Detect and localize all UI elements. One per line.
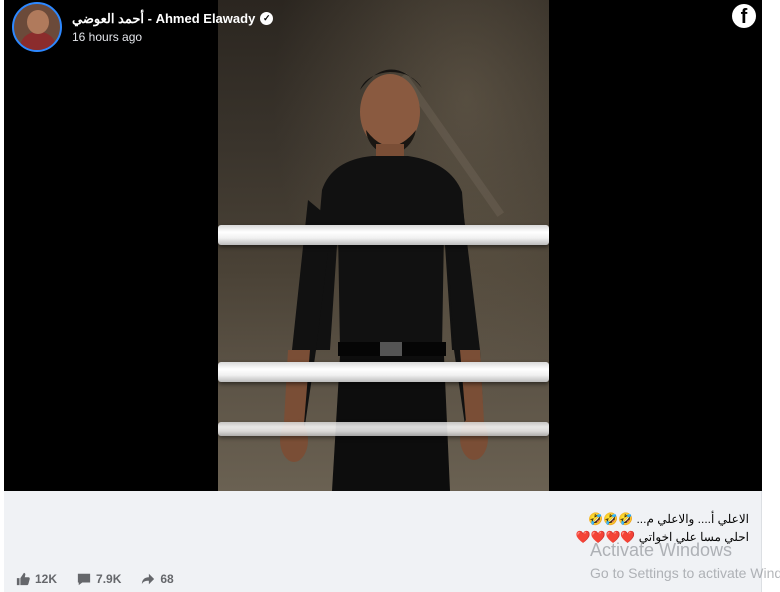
avatar-body xyxy=(20,32,56,50)
post-meta: أحمد العوضي - Ahmed Elawady ✓ 16 hours a… xyxy=(72,11,274,44)
ring-rope-middle xyxy=(218,362,549,382)
reactions-count: 12K xyxy=(35,572,58,586)
post-stats: 12K 7.9K 68 xyxy=(16,572,194,586)
activate-windows-watermark: Activate Windows Go to Settings to activ… xyxy=(590,540,780,582)
thumbs-up-icon xyxy=(16,572,30,586)
author-row: أحمد العوضي - Ahmed Elawady ✓ xyxy=(72,11,274,27)
watermark-title: Activate Windows xyxy=(590,540,733,560)
reactions-stat[interactable]: 12K xyxy=(16,572,57,586)
share-icon xyxy=(142,573,155,585)
post-photo[interactable] xyxy=(218,0,549,491)
watermark-subtitle: Go to Settings to activate Windows. xyxy=(590,565,780,581)
post-media[interactable]: أحمد العوضي - Ahmed Elawady ✓ 16 hours a… xyxy=(4,0,762,491)
avatar-face xyxy=(27,10,49,34)
author-name[interactable]: أحمد العوضي - Ahmed Elawady xyxy=(72,11,255,27)
comment-icon xyxy=(77,573,91,586)
avatar[interactable] xyxy=(12,2,62,52)
ring-rope-bottom xyxy=(218,422,549,436)
comments-stat[interactable]: 7.9K xyxy=(77,572,121,586)
ring-rope-top xyxy=(218,225,549,245)
comments-count: 7.9K xyxy=(96,572,122,586)
shares-stat[interactable]: 68 xyxy=(141,572,174,586)
post-header: أحمد العوضي - Ahmed Elawady ✓ 16 hours a… xyxy=(12,2,274,52)
facebook-logo-icon[interactable]: f xyxy=(732,4,756,28)
post-timestamp[interactable]: 16 hours ago xyxy=(72,30,273,44)
caption-line-1: الاعلي أ.... والاعلي م... 🤣🤣🤣 xyxy=(588,512,749,526)
shares-count: 68 xyxy=(160,572,174,586)
facebook-post: أحمد العوضي - Ahmed Elawady ✓ 16 hours a… xyxy=(4,0,762,592)
verified-badge-icon: ✓ xyxy=(260,12,274,25)
